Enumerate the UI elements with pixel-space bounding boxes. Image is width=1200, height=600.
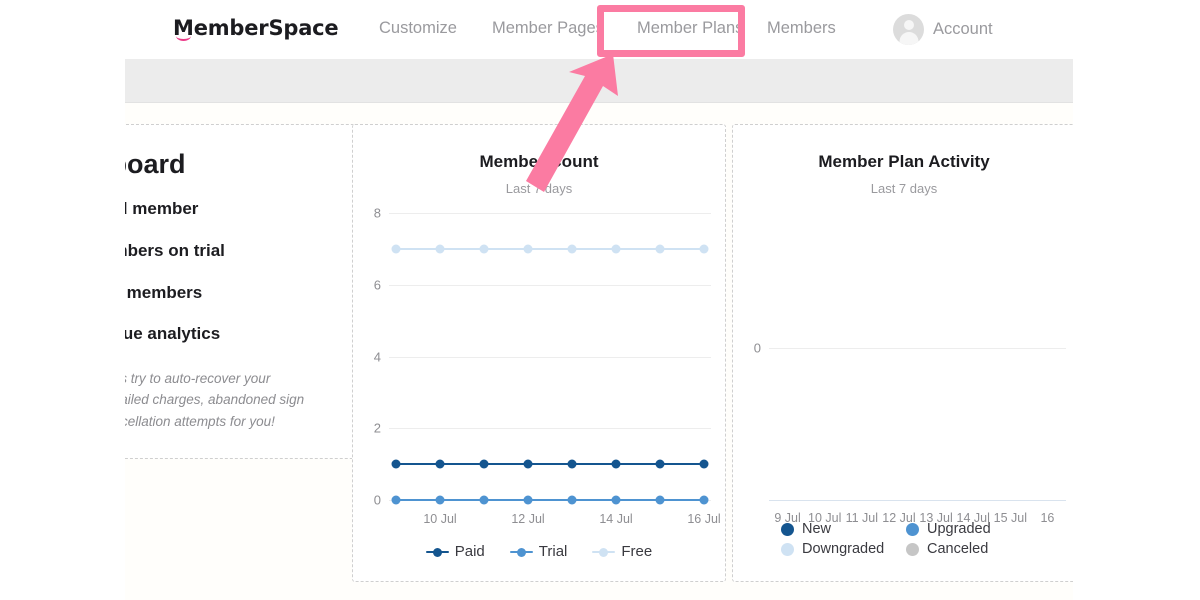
memberspace-logo[interactable]: MemberSpace xyxy=(173,16,339,41)
data-point[interactable] xyxy=(435,495,445,505)
x-axis-tick: 10 Jul xyxy=(423,512,457,526)
legend-item-upgraded[interactable]: Upgraded xyxy=(906,521,1031,537)
smile-accent-icon xyxy=(176,31,191,41)
sub-toolbar xyxy=(125,59,1073,103)
data-point[interactable] xyxy=(391,495,401,505)
x-axis-line xyxy=(769,500,1066,501)
nav-item-members[interactable]: Members xyxy=(767,19,836,38)
app-viewport: MemberSpace Customize Member Pages Membe… xyxy=(125,0,1073,600)
avatar-icon xyxy=(893,14,924,45)
data-point[interactable] xyxy=(391,244,401,254)
data-point[interactable] xyxy=(699,495,709,505)
data-point[interactable] xyxy=(479,495,489,505)
legend-dot-icon xyxy=(906,522,919,536)
x-axis-tick: 16 Jul xyxy=(687,512,721,526)
legend-item-paid[interactable]: Paid xyxy=(425,543,485,560)
data-point[interactable] xyxy=(611,244,621,254)
legend-marker-icon xyxy=(425,547,449,557)
legend-label: Paid xyxy=(454,543,485,560)
data-point[interactable] xyxy=(611,495,621,505)
data-point[interactable] xyxy=(435,459,445,469)
legend-item-free[interactable]: Free xyxy=(592,543,652,560)
nav-item-customize[interactable]: Customize xyxy=(379,19,457,38)
x-axis-tick: 16 xyxy=(1040,511,1055,525)
legend-item-trial[interactable]: Trial xyxy=(509,543,568,560)
data-point[interactable] xyxy=(523,244,533,254)
data-point[interactable] xyxy=(523,459,533,469)
legend-item-canceled[interactable]: Canceled xyxy=(906,541,1031,557)
gridline xyxy=(389,356,711,358)
summary-row-paid-member: aid member xyxy=(125,199,199,218)
data-point[interactable] xyxy=(699,244,709,254)
legend-item-new[interactable]: New xyxy=(781,521,906,537)
member-count-title: Member Count xyxy=(479,152,599,171)
data-point[interactable] xyxy=(567,459,577,469)
data-point[interactable] xyxy=(699,459,709,469)
member-plan-activity-legend: New Upgraded Downgraded Canceled xyxy=(781,521,1041,557)
member-count-subtitle: Last 7 days xyxy=(505,181,573,196)
brand-name: MemberSpace xyxy=(173,16,339,40)
account-label: Account xyxy=(933,20,993,38)
x-axis-tick: 12 Jul xyxy=(511,512,545,526)
member-plan-activity-plot: 09 Jul 10 Jul 11 Jul 12 Jul 13 Jul 14 Jul 15 J… xyxy=(754,213,1066,525)
legend-label: New xyxy=(802,521,832,537)
summary-row-members-on-trial: embers on trial xyxy=(125,241,225,260)
data-point[interactable] xyxy=(479,244,489,254)
gridline xyxy=(389,213,711,214)
legend-dot-icon xyxy=(781,542,794,556)
data-point[interactable] xyxy=(567,495,577,505)
member-count-legend: Paid Trial Free xyxy=(353,543,725,560)
data-point[interactable] xyxy=(611,459,621,469)
page-title: ıboard xyxy=(125,149,186,179)
y-axis-tick: 0 xyxy=(753,340,761,356)
member-plan-activity-title: Member Plan Activity xyxy=(818,152,990,171)
gridline xyxy=(389,284,711,286)
member-plan-activity-subtitle: Last 7 days xyxy=(870,181,938,196)
nav-item-member-pages[interactable]: Member Pages xyxy=(492,19,604,38)
data-point[interactable] xyxy=(523,495,533,505)
y-axis-tick: 2 xyxy=(373,420,381,436)
y-axis-tick: 0 xyxy=(373,492,381,508)
account-menu[interactable]: Account xyxy=(893,14,993,45)
data-point[interactable] xyxy=(391,459,401,469)
legend-marker-icon xyxy=(592,547,616,557)
y-axis-tick: 8 xyxy=(373,205,381,221)
data-point[interactable] xyxy=(655,495,665,505)
member-count-card: Member Count Last 7 days 0 2 4 6 8 10 Jul 12 J… xyxy=(352,124,726,582)
data-point[interactable] xyxy=(655,459,665,469)
gridline xyxy=(389,428,711,430)
y-axis-tick: 6 xyxy=(373,277,381,293)
member-count-plot: 0 2 4 6 8 10 Jul 12 Jul 14 Jul 16 Jul xyxy=(374,206,721,527)
legend-label: Trial xyxy=(538,543,568,560)
legend-dot-icon xyxy=(906,542,919,556)
legend-label: Upgraded xyxy=(927,521,991,537)
top-navigation-bar: MemberSpace Customize Member Pages Membe… xyxy=(125,0,1073,60)
legend-label: Downgraded xyxy=(802,541,885,557)
legend-item-downgraded[interactable]: Downgraded xyxy=(781,541,906,557)
y-axis-tick: 4 xyxy=(373,349,381,364)
data-point[interactable] xyxy=(655,244,665,254)
legend-label: Free xyxy=(621,543,653,560)
legend-label: Canceled xyxy=(927,541,989,557)
summary-row-revenue-analytics: enue analytics xyxy=(125,324,221,343)
summary-row-free-members: ee members xyxy=(125,283,203,302)
data-point[interactable] xyxy=(435,244,445,254)
data-point[interactable] xyxy=(567,244,577,254)
gridline xyxy=(769,348,1066,349)
legend-dot-icon xyxy=(781,522,794,536)
x-axis-tick: 14 Jul xyxy=(599,512,633,526)
data-point[interactable] xyxy=(479,459,489,469)
member-plan-activity-card: Member Plan Activity Last 7 days 09 Jul 1… xyxy=(732,124,1073,582)
nav-item-member-plans[interactable]: Member Plans xyxy=(637,19,743,38)
legend-marker-icon xyxy=(509,547,533,557)
